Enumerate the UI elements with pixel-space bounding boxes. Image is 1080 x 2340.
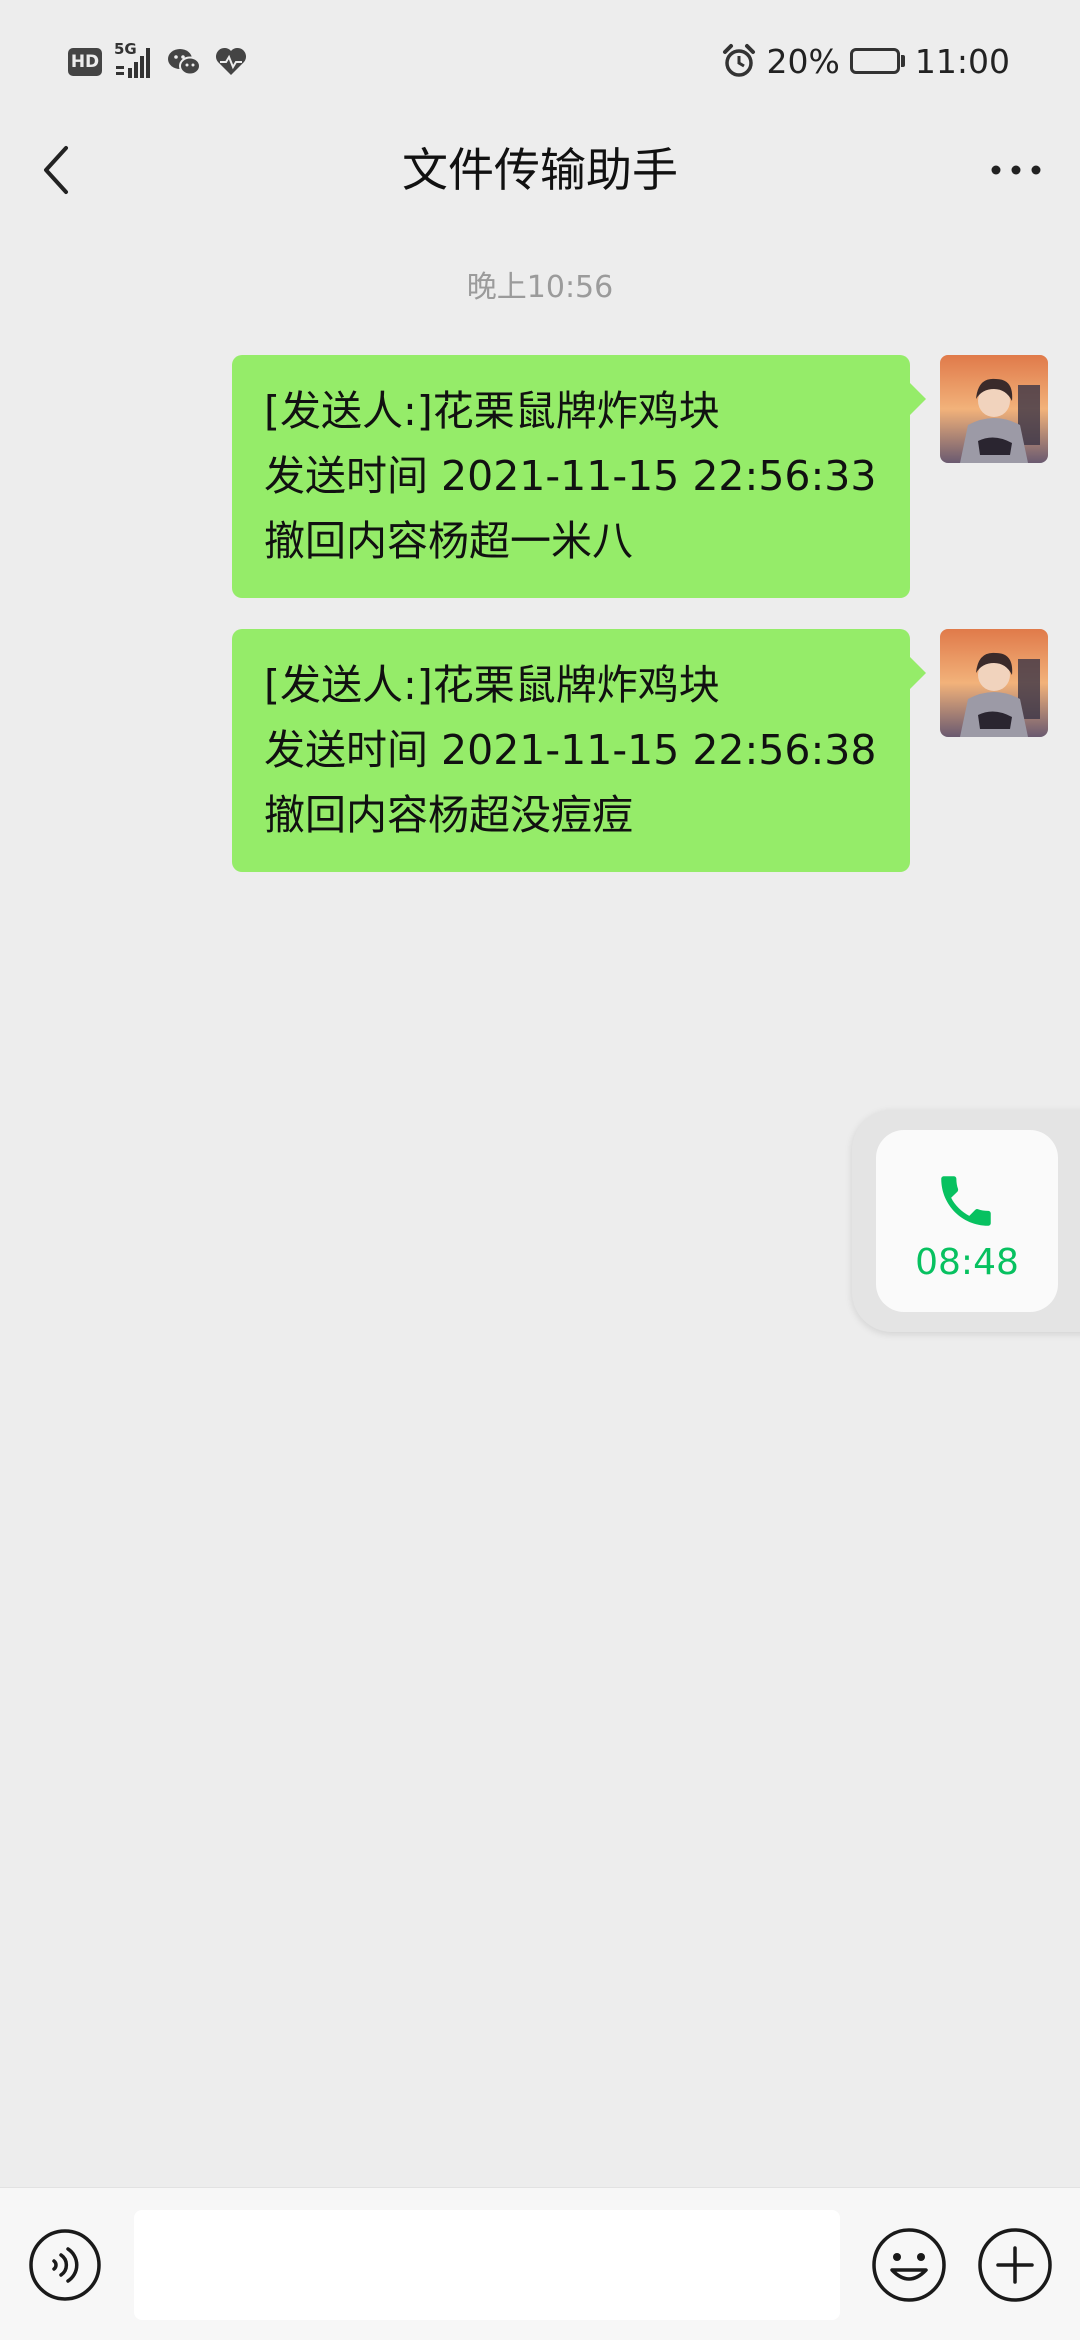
message-row: [发送人:]花栗鼠牌炸鸡块 发送时间 2021-11-15 22:56:38 撤… [0, 629, 1080, 872]
clock-time: 11:00 [914, 41, 1010, 81]
emoji-button[interactable] [870, 2226, 948, 2304]
call-duration: 08:48 [915, 1242, 1019, 1283]
message-sender-line: [发送人:]花栗鼠牌炸鸡块 [264, 661, 720, 709]
voice-button[interactable] [28, 2228, 102, 2302]
signal-icon: 5G [114, 40, 154, 80]
message-time-line: 发送时间 2021-11-15 22:56:33 [264, 452, 877, 500]
hd-badge: HD [68, 48, 102, 76]
battery-percent: 20% [766, 41, 840, 81]
avatar[interactable] [940, 355, 1048, 463]
emoji-icon [872, 2228, 946, 2302]
chat-screen: HD 5G 20% 11:00 文件传输助手 晚上10:56 [发送人:]花栗鼠… [0, 0, 1080, 2340]
message-content-line: 撤回内容杨超一米八 [264, 517, 633, 565]
page-title: 文件传输助手 [402, 143, 678, 197]
health-icon [214, 46, 248, 78]
message-content-line: 撤回内容杨超没痘痘 [264, 791, 633, 839]
status-bar: HD 5G 20% 11:00 [0, 0, 1080, 120]
voice-call-float-widget[interactable]: 08:48 [852, 1110, 1080, 1332]
more-button[interactable] [976, 138, 1056, 202]
phone-icon [941, 1176, 991, 1226]
status-right: 20% 11:00 [721, 38, 1010, 84]
chat-header: 文件传输助手 [0, 120, 1080, 220]
status-left: HD 5G [68, 40, 248, 80]
message-input[interactable] [134, 2210, 840, 2320]
wechat-icon [166, 46, 202, 78]
message-bubble[interactable]: [发送人:]花栗鼠牌炸鸡块 发送时间 2021-11-15 22:56:38 撤… [232, 629, 926, 872]
input-bar [0, 2187, 1080, 2340]
alarm-icon [721, 43, 757, 79]
plus-icon [978, 2228, 1052, 2302]
more-icon [991, 165, 1041, 175]
message-bubble[interactable]: [发送人:]花栗鼠牌炸鸡块 发送时间 2021-11-15 22:56:33 撤… [232, 355, 926, 598]
voice-icon [29, 2229, 101, 2301]
message-sender-line: [发送人:]花栗鼠牌炸鸡块 [264, 387, 720, 435]
battery-icon [849, 48, 905, 74]
message-row: [发送人:]花栗鼠牌炸鸡块 发送时间 2021-11-15 22:56:33 撤… [0, 355, 1080, 598]
call-widget-card: 08:48 [876, 1130, 1058, 1312]
chat-timestamp: 晚上10:56 [466, 270, 614, 305]
avatar[interactable] [940, 629, 1048, 737]
message-time-line: 发送时间 2021-11-15 22:56:38 [264, 726, 877, 774]
more-functions-button[interactable] [976, 2226, 1054, 2304]
